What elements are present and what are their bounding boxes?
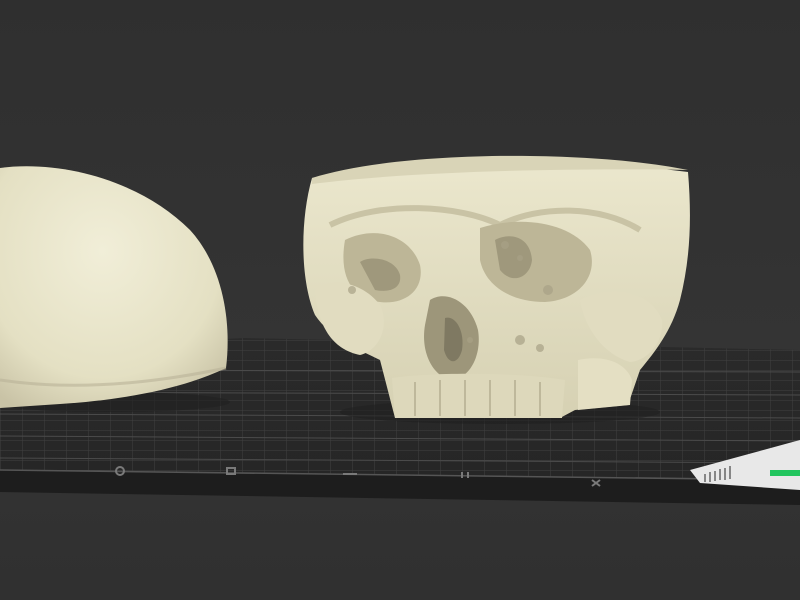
3d-viewport[interactable] [0,0,800,600]
model-skull-cap[interactable] [0,166,230,412]
accent-marker [770,470,800,476]
scene-svg [0,155,800,505]
